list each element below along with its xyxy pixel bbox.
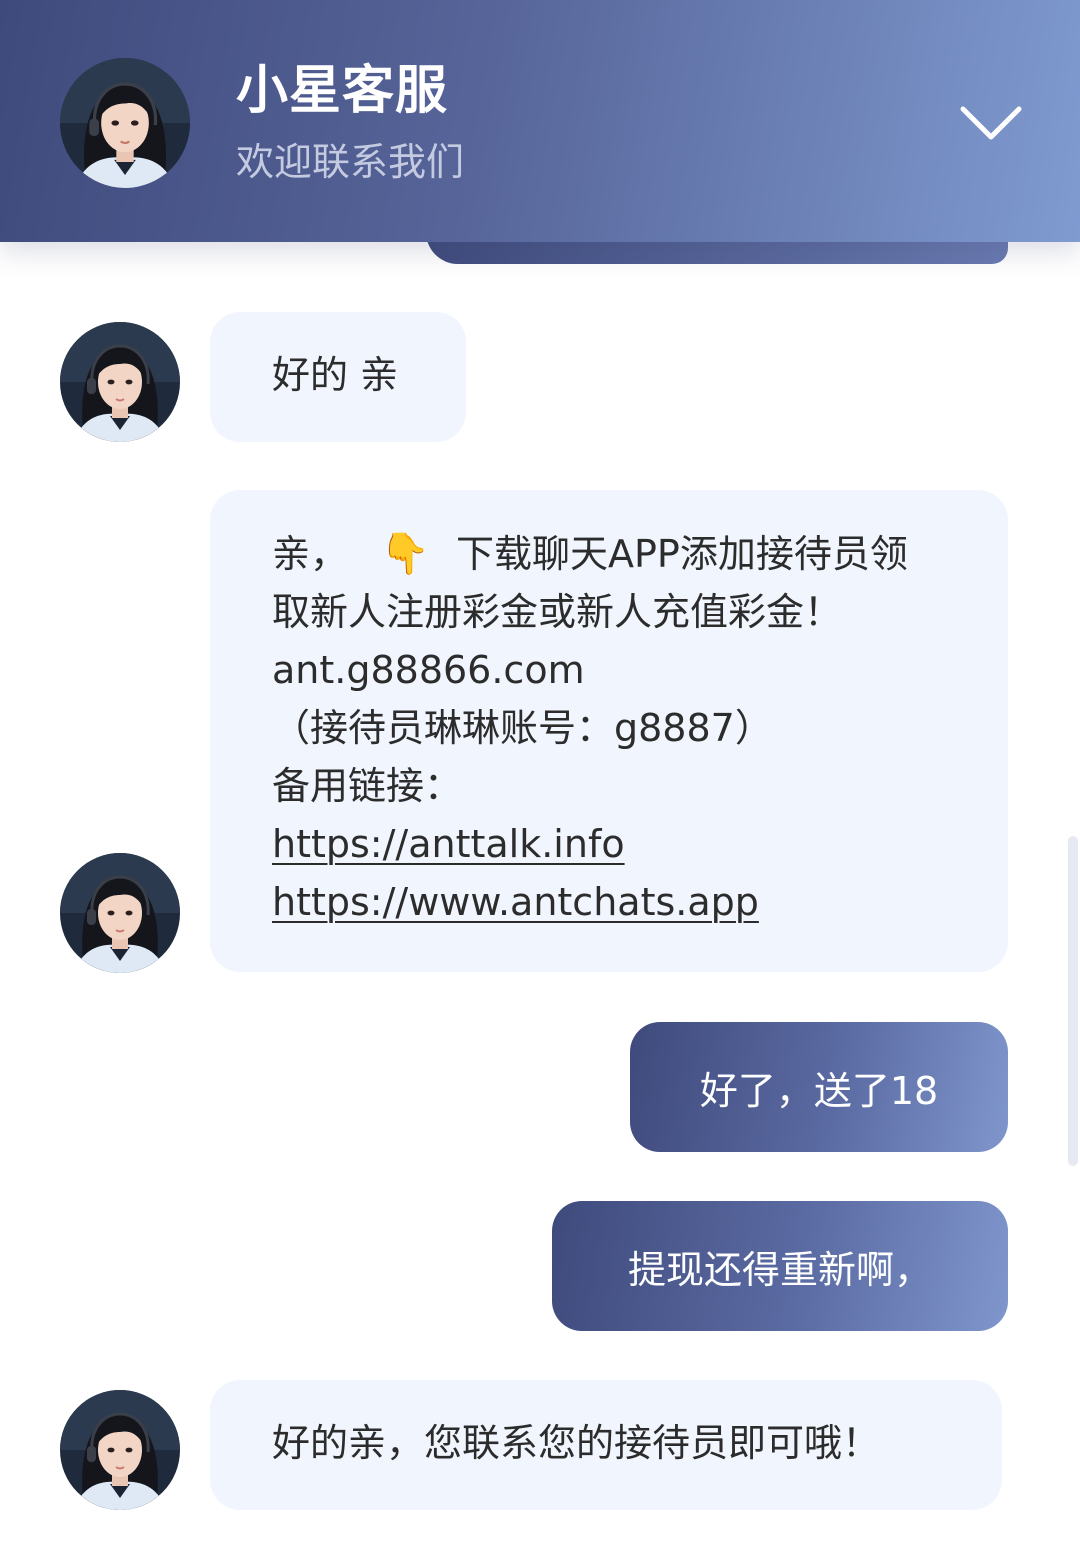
message-text: 好的亲，您联系您的接待员即可哦！ bbox=[272, 1421, 881, 1465]
message-line: 亲， 👇 下载聊天APP添加接待员领 bbox=[272, 525, 1008, 583]
agent-avatar bbox=[60, 1390, 180, 1510]
user-message-bubble: 提现还得重新啊， bbox=[552, 1201, 1008, 1331]
backup-link-anttalk[interactable]: https://anttalk.info bbox=[272, 822, 625, 866]
message-text: 提现还得重新啊， bbox=[627, 1247, 932, 1292]
message-text: ant.g88866.com bbox=[272, 648, 585, 692]
chat-screen: 小星客服 欢迎联系我们 好的 亲 亲， 👇 下载聊天APP添加接待员领 取新人注… bbox=[0, 0, 1080, 1546]
message-text: 取新人注册彩金或新人充值彩金！ bbox=[272, 590, 843, 634]
message-text: 好的 亲 bbox=[272, 353, 399, 397]
message-text: 亲， bbox=[272, 532, 349, 576]
chat-title: 小星客服 bbox=[236, 61, 449, 121]
pointing-down-emoji: 👇 bbox=[380, 531, 430, 577]
message-text: 好了，送了18 bbox=[699, 1068, 939, 1113]
message-text: 下载聊天APP添加接待员领 bbox=[456, 532, 908, 576]
link-line: https://www.antchats.app bbox=[272, 873, 1008, 931]
agent-message-bubble: 好的亲，您联系您的接待员即可哦！ bbox=[210, 1380, 1002, 1510]
agent-avatar bbox=[60, 58, 190, 188]
chat-subtitle: 欢迎联系我们 bbox=[236, 140, 465, 184]
collapse-button[interactable] bbox=[950, 88, 1032, 158]
message-text: 备用链接： bbox=[272, 764, 463, 808]
agent-avatar bbox=[60, 322, 180, 442]
agent-message-bubble: 亲， 👇 下载聊天APP添加接待员领 取新人注册彩金或新人充值彩金！ ant.g… bbox=[210, 490, 1008, 972]
agent-avatar bbox=[60, 853, 180, 973]
user-message-bubble: 好了，送了18 bbox=[630, 1022, 1008, 1152]
agent-message-bubble: 好的 亲 bbox=[210, 312, 466, 442]
chat-scrollbar[interactable] bbox=[1068, 836, 1078, 1166]
chevron-down-icon bbox=[960, 106, 1022, 140]
chat-header: 小星客服 欢迎联系我们 bbox=[0, 0, 1080, 242]
message-text: （接待员琳琳账号：g8887） bbox=[272, 706, 773, 750]
link-line: https://anttalk.info bbox=[272, 815, 1008, 873]
backup-link-antchats[interactable]: https://www.antchats.app bbox=[272, 880, 759, 924]
